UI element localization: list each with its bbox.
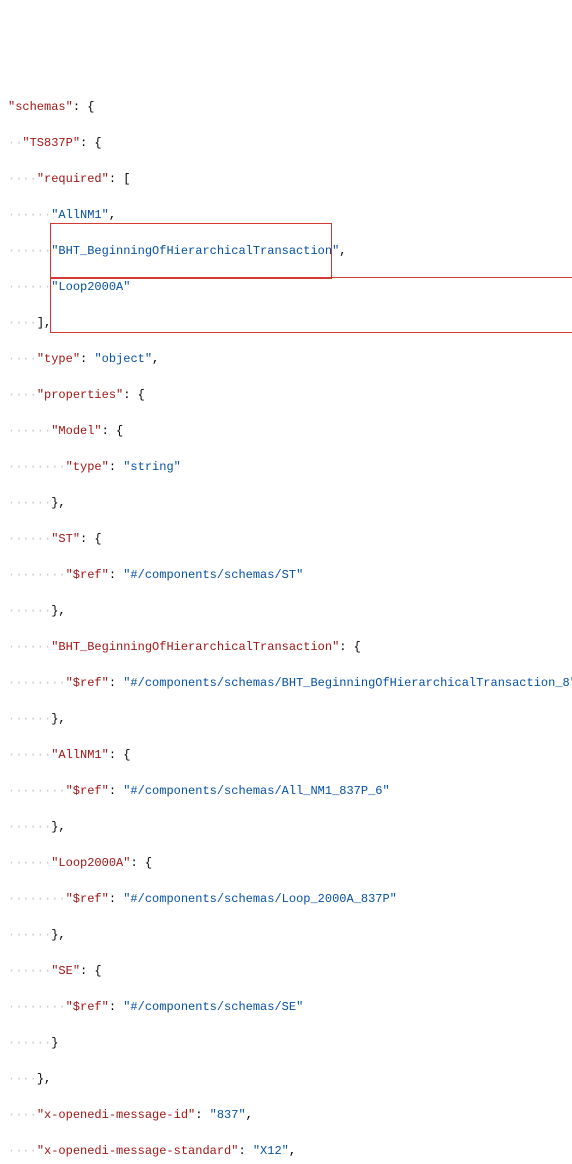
- code-line: ······"SE": {: [8, 962, 564, 980]
- code-line: ········"type": "string": [8, 458, 564, 476]
- code-line: ······"ST": {: [8, 530, 564, 548]
- code-line: ······},: [8, 926, 564, 944]
- code-line: ··"TS837P": {: [8, 134, 564, 152]
- code-line: ······}: [8, 1034, 564, 1052]
- code-line: ······},: [8, 602, 564, 620]
- code-line: ····"x-openedi-message-id": "837",: [8, 1106, 564, 1124]
- code-line: ····"required": [: [8, 170, 564, 188]
- code-line: ······"Model": {: [8, 422, 564, 440]
- code-line: ········"$ref": "#/components/schemas/Al…: [8, 782, 564, 800]
- code-line: ······"Loop2000A": [8, 278, 564, 296]
- code-line: ········"$ref": "#/components/schemas/Lo…: [8, 890, 564, 908]
- code-line: ······"BHT_BeginningOfHierarchicalTransa…: [8, 638, 564, 656]
- code-line: ······},: [8, 818, 564, 836]
- code-line: "schemas": {: [8, 98, 564, 116]
- code-line: ······"Loop2000A": {: [8, 854, 564, 872]
- code-line: ········"$ref": "#/components/schemas/ST…: [8, 566, 564, 584]
- code-line: ····"x-openedi-message-standard": "X12",: [8, 1142, 564, 1160]
- code-line: ····"type": "object",: [8, 350, 564, 368]
- json-code-view: "schemas": { ··"TS837P": { ····"required…: [8, 26, 564, 1164]
- code-line: ······"AllNM1",: [8, 206, 564, 224]
- code-line: ····},: [8, 1070, 564, 1088]
- code-line: ······},: [8, 710, 564, 728]
- code-line: ········"$ref": "#/components/schemas/BH…: [8, 674, 564, 692]
- code-line: ······},: [8, 494, 564, 512]
- code-line: ····"properties": {: [8, 386, 564, 404]
- code-line: ······"AllNM1": {: [8, 746, 564, 764]
- code-line: ····],: [8, 314, 564, 332]
- code-line: ········"$ref": "#/components/schemas/SE…: [8, 998, 564, 1016]
- code-line: ······"BHT_BeginningOfHierarchicalTransa…: [8, 242, 564, 260]
